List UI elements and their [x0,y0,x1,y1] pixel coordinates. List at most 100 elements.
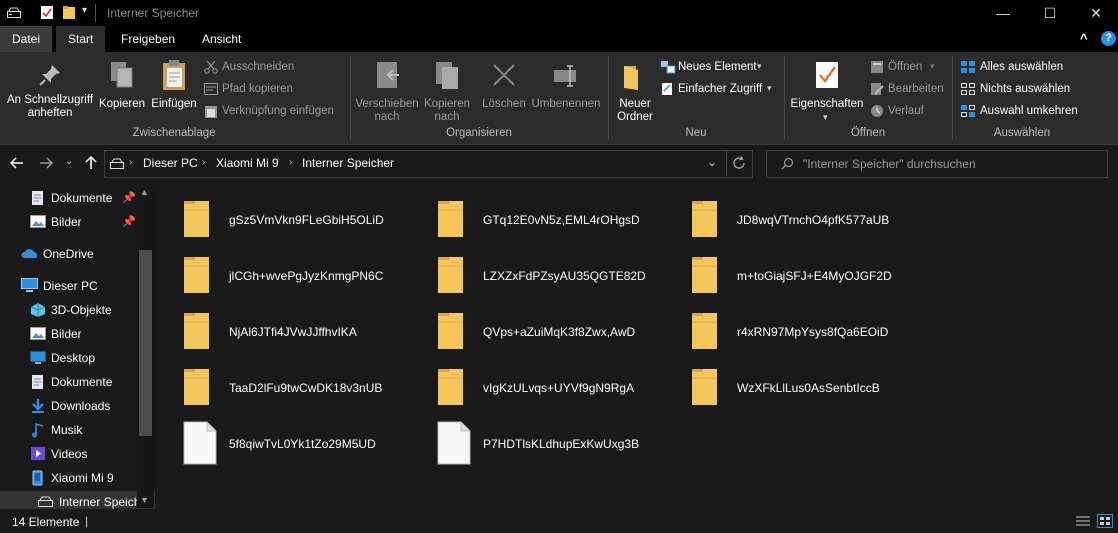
sidebar-item-dokumente[interactable]: Dokumente [0,371,155,393]
copy-path-button[interactable]: Pfad kopieren [204,82,344,100]
scroll-up-icon[interactable]: ▲ [140,187,149,197]
sidebar-scrollbar-thumb[interactable] [139,250,152,436]
close-button[interactable]: ✕ [1073,0,1118,26]
large-icons-view-button[interactable] [1097,514,1113,531]
delete-button[interactable]: Löschen [478,56,530,122]
paste-button[interactable]: Einfügen [148,56,200,122]
cut-button[interactable]: Ausschneiden [204,60,344,78]
open-button[interactable]: Öffnen ▾ [870,60,950,78]
sidebar-item-desktop[interactable]: Desktop [0,347,155,369]
breadcrumb-this-pc[interactable]: Dieser PC [143,156,198,170]
folder-item[interactable]: vIgKzULvqs+UYVf9gN9RgA [437,365,687,409]
breadcrumb-xiaomi[interactable]: Xiaomi Mi 9 [216,156,279,170]
help-button[interactable]: ? [1101,31,1116,46]
sidebar-item-onedrive[interactable]: OneDrive [0,243,155,265]
properties-quick-icon[interactable] [40,5,54,20]
copy-button[interactable]: Kopieren [98,56,146,122]
refresh-icon [733,156,745,169]
sidebar-item-musik[interactable]: Musik [0,419,155,441]
folder-item[interactable]: gSz5VmVkn9FLeGbiH5OLiD [183,197,433,241]
rename-button[interactable]: Umbenennen [530,56,602,122]
file-item[interactable]: 5f8qiwTvL0Yk1tZo29M5UD [183,421,433,465]
invert-selection-icon [960,104,976,121]
sidebar-item-bilder-pinned[interactable]: Bilder 📌 [0,211,155,233]
ribbon: An Schnellzugriff anheften Kopieren Einf… [0,52,1118,145]
folder-item[interactable]: WzXFkLlLus0AsSenbtIccB [691,365,941,409]
minimize-button[interactable]: — [980,0,1026,26]
group-label-select: Auswählen [993,127,1051,139]
properties-button[interactable]: Eigenschaften ▾ [788,56,866,122]
details-view-icon [1076,516,1090,526]
tab-datei[interactable]: Datei [0,26,53,52]
address-bar[interactable]: › Dieser PC › Xiaomi Mi 9 › Interner Spe… [104,150,753,178]
breadcrumb-internal-storage[interactable]: Interner Speicher [302,156,394,170]
sidebar-item-dieser-pc[interactable]: Dieser PC [0,275,155,297]
folder-item[interactable]: QVps+aZuiMqK3f8Zwx,AwD [437,309,687,353]
folder-item[interactable]: JD8wqVTrnchO4pfK577aUB [691,197,941,241]
item-name: TaaD2lFu9twCwDK18v3nUB [229,381,383,395]
easy-access-button[interactable]: Einfacher Zugriff ▾ [660,82,778,100]
folder-item[interactable]: jlCGh+wvePgJyzKnmgPN6C [183,253,433,297]
group-label-new: Neu [685,127,707,139]
quick-access-dropdown-icon[interactable]: ▾ [82,5,87,16]
details-view-button[interactable] [1075,515,1091,530]
folder-item[interactable]: NjAl6JTfi4JVwJJffhvIKA [183,309,433,353]
scroll-down-icon[interactable]: ▼ [140,495,149,505]
sidebar-item-xiaomi[interactable]: Xiaomi Mi 9 [0,467,155,489]
invert-selection-button[interactable]: Auswahl umkehren [960,104,1100,122]
new-folder-button[interactable]: Neuer Ordner [612,56,658,123]
paste-shortcut-button[interactable]: Verknüpfung einfügen [204,104,349,122]
tab-ansicht[interactable]: Ansicht [190,26,253,52]
search-box[interactable]: "Interner Speicher" durchsuchen [766,150,1108,178]
edit-icon [870,82,884,99]
chevron-right-icon: › [289,157,293,168]
tab-start[interactable]: Start [56,26,106,52]
move-to-button[interactable]: Verschieben nach [354,56,420,123]
select-none-button[interactable]: Nichts auswählen [960,82,1100,100]
arrow-up-icon [85,155,97,169]
window-title: Interner Speicher [107,6,200,20]
history-button[interactable]: Verlauf [870,104,950,122]
tab-freigeben[interactable]: Freigeben [109,26,187,52]
sidebar-item-downloads[interactable]: Downloads [0,395,155,417]
chevron-down-icon: ▾ [823,112,828,122]
sidebar-item-interner-speicher[interactable]: Interner Speich [0,491,155,509]
new-item-button[interactable]: Neues Element ▾ [660,60,778,78]
pin-icon [37,62,63,91]
sidebar-item-dokumente-pinned[interactable]: Dokumente 📌 [0,187,155,209]
large-icons-view-icon [1097,514,1113,528]
group-label-organize: Organisieren [446,127,512,139]
collapse-ribbon-button[interactable]: ^ [1080,31,1088,46]
search-icon [781,157,794,173]
edit-button[interactable]: Bearbeiten [870,82,950,100]
up-button[interactable] [83,155,99,174]
onedrive-icon [21,248,39,262]
new-folder-quick-icon[interactable] [62,5,76,20]
folder-icon [691,197,723,244]
sidebar-item-bilder[interactable]: Bilder [0,323,155,345]
folder-icon [183,253,215,300]
folder-item[interactable]: r4xRN97MpYsys8fQa6EOiD [691,309,941,353]
pin-to-quick-access-button[interactable]: An Schnellzugriff anheften [2,56,96,122]
edit-label: Bearbeiten [888,83,944,95]
select-all-button[interactable]: Alles auswählen [960,60,1100,78]
refresh-button[interactable] [732,156,746,173]
folder-item[interactable]: m+toGiajSFJ+E4MyOJGF2D [691,253,941,297]
new-folder-line1: Neuer [619,98,651,110]
music-icon [31,422,45,441]
new-item-label: Neues Element [678,61,757,73]
folder-item[interactable]: TaaD2lFu9twCwDK18v3nUB [183,365,433,409]
folder-item[interactable]: GTq12E0vN5z,EML4rOHgsD [437,197,687,241]
back-button[interactable] [9,155,25,175]
maximize-button[interactable]: ☐ [1027,0,1073,26]
forward-button[interactable] [38,155,54,174]
sidebar-item-3d-objekte[interactable]: 3D-Objekte [0,299,155,321]
history-icon [870,104,884,121]
recent-locations-dropdown[interactable]: ⌄ [65,156,73,167]
sidebar-item-videos[interactable]: Videos [0,443,155,465]
address-history-dropdown[interactable]: ⌄ [707,155,717,169]
copy-to-button[interactable]: Kopieren nach [420,56,474,123]
folder-item[interactable]: LZXZxFdPZsyAU35QGTE82D [437,253,687,297]
file-item[interactable]: P7HDTlsKLdhupExKwUxg3B [437,421,687,465]
rename-label: Umbenennen [531,98,601,110]
